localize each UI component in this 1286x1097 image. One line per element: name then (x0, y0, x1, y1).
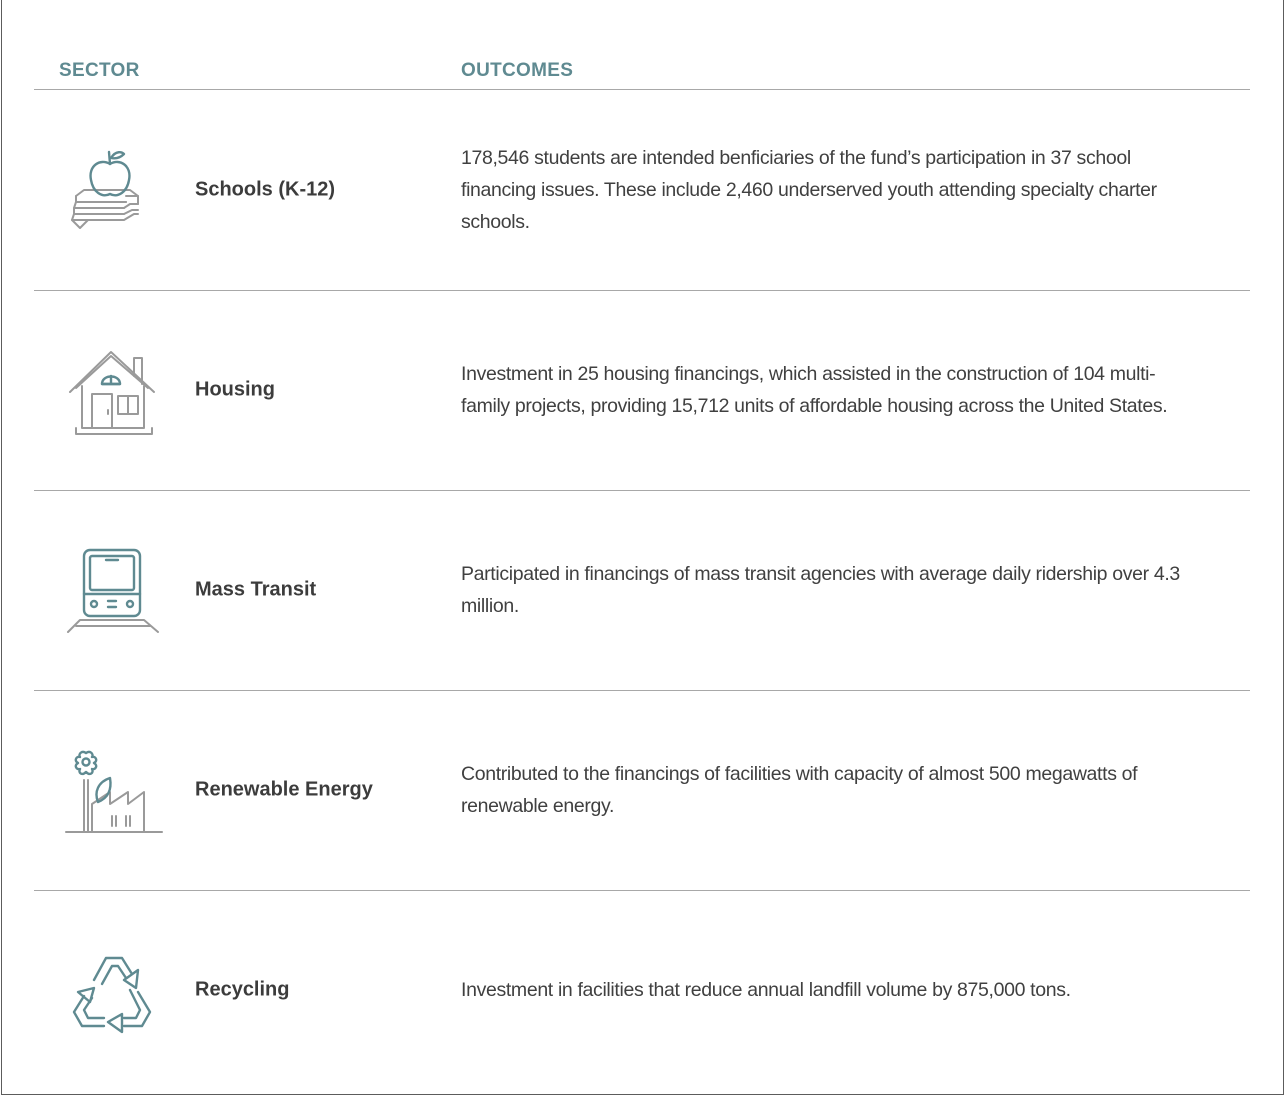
sector-name: Housing (195, 378, 275, 401)
table-header: SECTOR OUTCOMES (34, 58, 1250, 90)
outcome-text: Investment in 25 housing financings, whi… (461, 363, 1168, 417)
apple-books-icon (64, 140, 164, 240)
outcome-text: Investment in facilities that reduce ann… (461, 979, 1071, 1001)
outcome-text: Participated in financings of mass trans… (461, 563, 1180, 617)
sector-column-header: SECTOR (59, 60, 140, 81)
sector-name: Mass Transit (195, 578, 317, 601)
outcome-text: 178,546 students are intended benficiari… (461, 147, 1157, 233)
table-row: Mass Transit Participated in financings … (34, 490, 1250, 691)
house-icon (64, 340, 164, 440)
outcomes-column-header: OUTCOMES (461, 60, 574, 81)
sector-name: Renewable Energy (195, 778, 373, 801)
sector-name: Schools (K-12) (195, 178, 336, 201)
train-icon (64, 540, 164, 640)
sector-name: Recycling (195, 978, 290, 1001)
table-row: Schools (K-12) 178,546 students are inte… (34, 90, 1250, 291)
factory-flower-icon (64, 740, 164, 840)
outcome-text: Contributed to the financings of facilit… (461, 763, 1138, 817)
table-row: Renewable Energy Contributed to the fina… (34, 690, 1250, 891)
recycle-icon (64, 940, 164, 1040)
table-row: Housing Investment in 25 housing financi… (34, 290, 1250, 491)
table-row: Recycling Investment in facilities that … (34, 890, 1250, 1090)
